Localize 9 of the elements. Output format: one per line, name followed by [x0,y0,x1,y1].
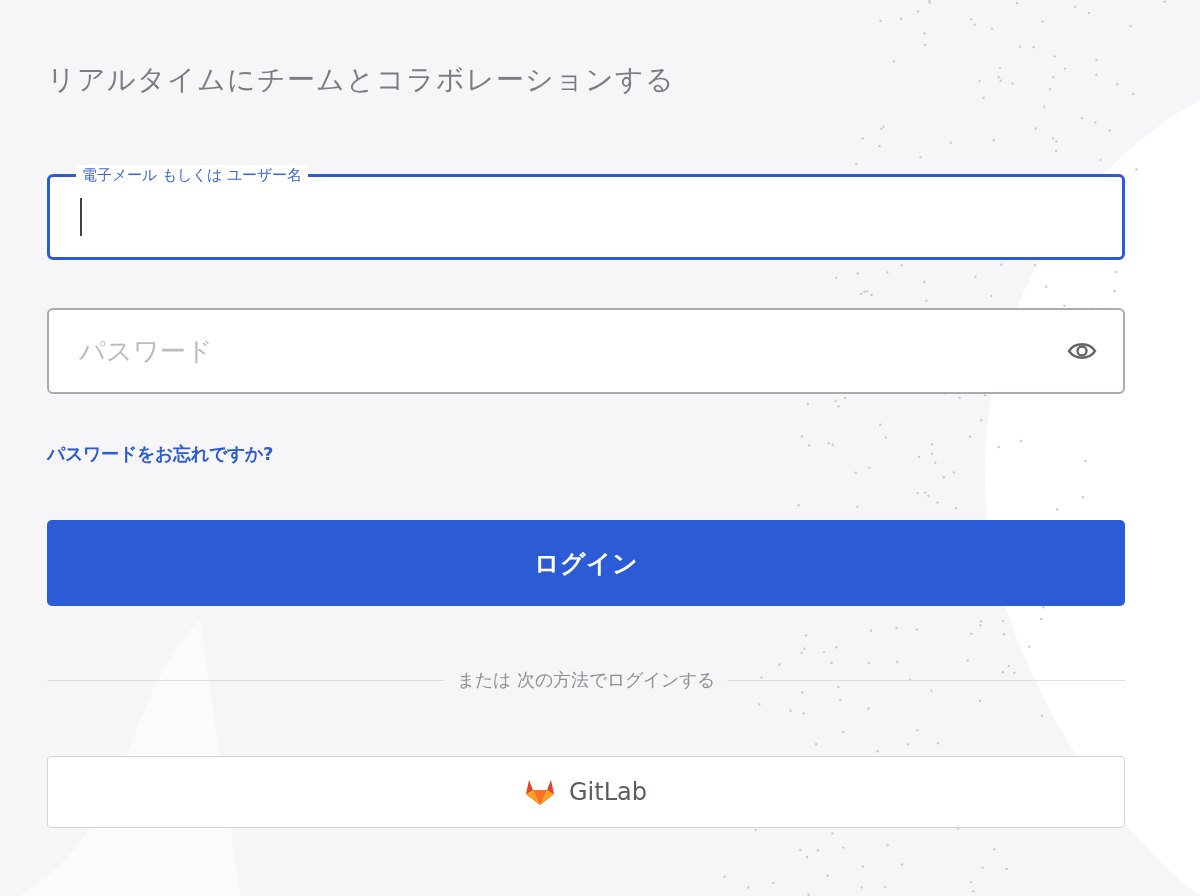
eye-icon[interactable] [1067,341,1097,361]
subtitle: リアルタイムにチームとコラボレーションする [47,62,676,98]
divider-text: または 次の方法でログインする [457,668,715,692]
forgot-password-link[interactable]: パスワードをお忘れですか? [47,442,274,466]
field-label: 電子メール もしくは ユーザー名 [76,165,308,185]
login-button[interactable]: ログイン [47,520,1125,606]
fox-logo-icon [525,778,555,806]
gitlab-login-button[interactable]: GitLab [47,756,1125,828]
text-cursor [80,198,82,236]
